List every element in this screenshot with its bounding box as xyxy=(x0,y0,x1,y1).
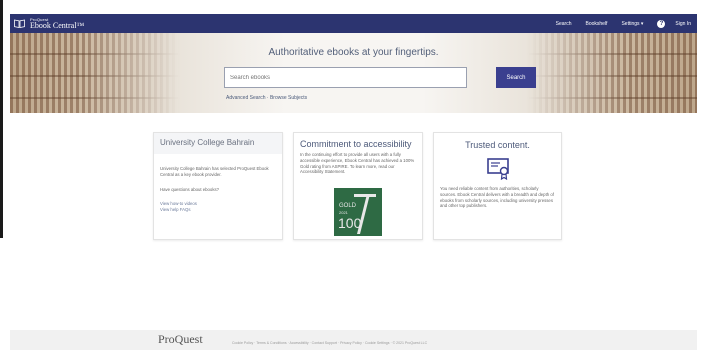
left-edge-bar xyxy=(0,0,3,238)
nav-bookshelf-link[interactable]: Bookshelf xyxy=(585,21,607,27)
brand-name: Ebook Central™ xyxy=(30,20,85,30)
browse-subjects-link[interactable]: Browse Subjects xyxy=(270,95,307,101)
help-faqs-link[interactable]: View help FAQs xyxy=(160,207,276,213)
bookshelf-image-right xyxy=(527,33,697,113)
search-input[interactable] xyxy=(224,67,467,88)
hero-banner: Authoritative ebooks at your fingertips.… xyxy=(10,33,697,113)
badge-gold-text: GOLD xyxy=(339,203,357,209)
bookshelf-image-left xyxy=(10,33,180,113)
footer-links[interactable]: Cookie Policy · Terms & Conditions · Acc… xyxy=(232,341,427,345)
brand-logo[interactable]: ProQuest Ebook Central™ xyxy=(14,17,85,30)
institution-intro: University College Bahrain has selected … xyxy=(160,166,269,177)
search-button[interactable]: Search xyxy=(496,67,536,88)
accessibility-text: In the continuing effort to provide all … xyxy=(300,152,415,175)
trusted-content-card: Trusted content. You need reliable conte… xyxy=(433,132,562,240)
certificate-icon xyxy=(487,158,509,180)
badge-100-text: 100 xyxy=(338,215,362,231)
trusted-title: Trusted content. xyxy=(465,140,530,150)
accessibility-card: Commitment to accessibility In the conti… xyxy=(293,132,423,240)
hero-title: Authoritative ebooks at your fingertips. xyxy=(268,47,439,58)
trusted-text: You need reliable content from authoriti… xyxy=(440,186,554,209)
book-icon xyxy=(14,19,25,28)
aspire-gold-badge: GOLD 2021 100 xyxy=(334,188,382,236)
nav-search-link[interactable]: Search xyxy=(556,21,572,27)
help-icon[interactable]: ? xyxy=(657,19,666,28)
footer: ProQuest Cookie Policy · Terms & Conditi… xyxy=(10,330,697,350)
footer-proquest-logo[interactable]: ProQuest xyxy=(158,332,203,347)
ebooks-question: Have questions about ebooks? xyxy=(160,186,220,192)
nav-menu: Search Bookshelf Settings ▾ ? Sign In xyxy=(542,19,697,28)
institution-title: University College Bahrain xyxy=(154,133,282,154)
hero-links: Advanced Search · Browse Subjects xyxy=(226,95,307,101)
accessibility-title: Commitment to accessibility xyxy=(300,139,412,149)
institution-card: University College Bahrain University Co… xyxy=(153,132,283,240)
help-links: View how-to videos View help FAQs xyxy=(154,201,282,213)
top-nav-bar: ProQuest Ebook Central™ Search Bookshelf… xyxy=(10,14,697,33)
nav-signin-link[interactable]: Sign In xyxy=(675,21,691,27)
link-separator: · xyxy=(266,95,269,101)
nav-settings-dropdown[interactable]: Settings ▾ xyxy=(621,21,643,27)
advanced-search-link[interactable]: Advanced Search xyxy=(226,95,265,101)
